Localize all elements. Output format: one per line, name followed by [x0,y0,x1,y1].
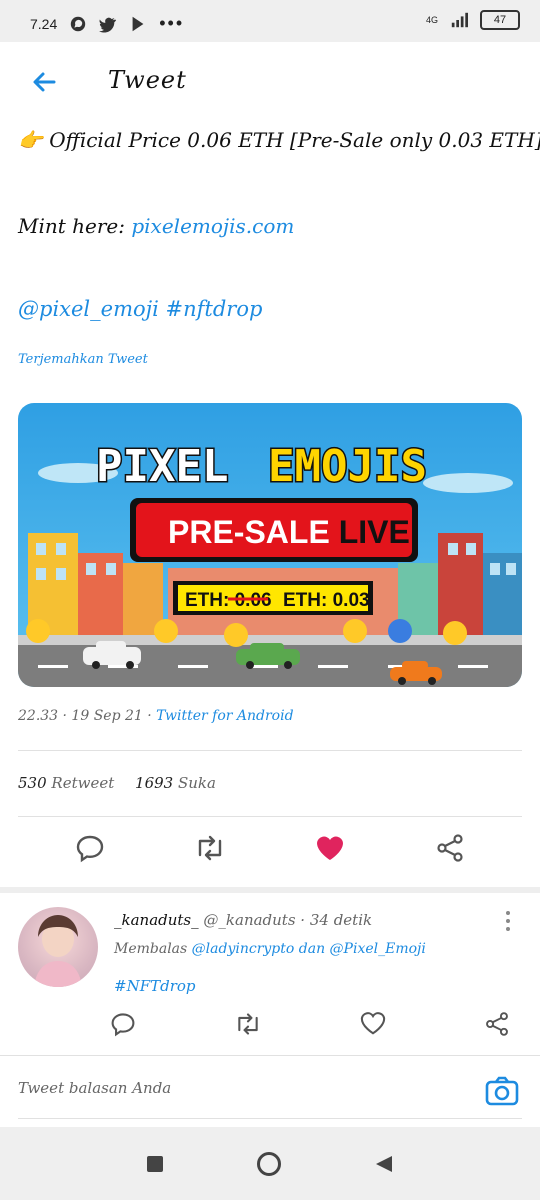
more-options-icon[interactable] [502,909,514,933]
reply-composer[interactable]: Tweet balasan Anda [0,1055,540,1127]
share-button[interactable] [430,828,470,868]
banner-brand-2: EMOJIS [268,441,427,492]
retweet-count[interactable]: 530 [18,774,47,792]
reply-input[interactable]: Tweet balasan Anda [18,1079,171,1097]
reply-author[interactable]: _kanaduts_ @_kanaduts · 34 detik [114,911,372,929]
tweet-stats: 530 Retweet 1693 Suka [18,774,232,792]
reply-actions [100,1011,520,1037]
replying-to: Membalas @ladyincrypto dan @Pixel_Emoji [114,941,426,957]
whatsapp-icon [71,16,86,31]
status-bar: 7.24 ••• 4G 47 [0,0,540,42]
divider [18,1118,522,1119]
status-left: 7.24 ••• [30,13,184,34]
banner-eth-new: ETH: 0.03 [283,590,370,611]
reply-button[interactable] [70,828,110,868]
signal-icon [451,12,468,28]
reply-tweet[interactable]: _kanaduts_ @_kanaduts · 34 detik Membala… [0,893,540,1055]
retweet-icon[interactable] [234,1011,262,1037]
replying-prefix: Membalas [114,941,192,957]
tweet-price-line: 👉 Official Price 0.06 ETH [Pre-Sale only… [18,128,540,152]
divider [18,816,522,817]
translate-link[interactable]: Terjemahkan Tweet [18,352,148,367]
reply-display-name: _kanaduts_ [114,911,199,929]
mint-link[interactable]: pixelemojis.com [131,214,294,238]
reply-handle: @_kanaduts · 34 detik [203,911,373,929]
status-right: 4G 47 [426,10,520,30]
camera-icon[interactable] [484,1073,520,1109]
back-arrow-icon[interactable] [28,66,60,98]
tweet-timestamp: 22.33 · 19 Sep 21 · [18,708,157,724]
mint-prefix: Mint here: [18,214,132,238]
network-label: 4G [425,15,438,25]
recent-apps-icon[interactable] [146,1155,164,1173]
retweet-label: Retweet [51,774,115,792]
tweet-meta: 22.33 · 19 Sep 21 · Twitter for Android [18,708,294,724]
avatar[interactable] [18,907,98,987]
reply-icon[interactable] [110,1011,136,1037]
svg-text:PRE-SALE LIVE: PRE-SALE LIVE [168,514,410,550]
twitter-icon [99,17,117,33]
tweet-actions [0,828,540,878]
tweet-source[interactable]: Twitter for Android [156,708,293,724]
page-title: Tweet [108,66,187,94]
reply-icon [76,835,104,863]
banner-live: LIVE [339,514,410,550]
like-label: Suka [178,774,216,792]
tweet-mint-line: Mint here: pixelemojis.com [18,214,294,238]
replying-mentions[interactable]: @ladyincrypto dan @Pixel_Emoji [192,941,426,957]
app-bar: Tweet [0,42,540,120]
more-notifications-icon: ••• [159,13,185,33]
banner-brand-1: PIXEL [96,441,228,492]
heart-filled-icon [317,836,343,860]
reply-hashtag[interactable]: #NFTdrop [114,977,196,995]
play-store-icon [132,16,144,31]
share-icon [437,834,463,862]
avatar-image [34,915,82,987]
pixel-emojis-banner: PIXEL EMOJIS PRE-SALE LIVE ETH: 0.06 ETH… [18,440,522,687]
share-icon[interactable] [484,1011,510,1037]
home-icon[interactable] [256,1151,282,1177]
tweet-image[interactable]: PIXEL EMOJIS PRE-SALE LIVE ETH: 0.06 ETH… [18,403,522,687]
heart-outline-icon[interactable] [360,1011,386,1035]
divider [18,750,522,751]
back-nav-icon[interactable] [374,1154,394,1174]
retweet-button[interactable] [190,828,230,868]
tweet-tags[interactable]: @pixel_emoji #nftdrop [18,297,262,321]
system-nav-bar [0,1127,540,1200]
clock: 7.24 [30,15,58,32]
battery-indicator: 47 [480,10,520,30]
retweet-icon [198,835,222,861]
like-count[interactable]: 1693 [135,774,173,792]
like-button[interactable] [310,828,350,868]
banner-presale: PRE-SALE [168,514,339,550]
